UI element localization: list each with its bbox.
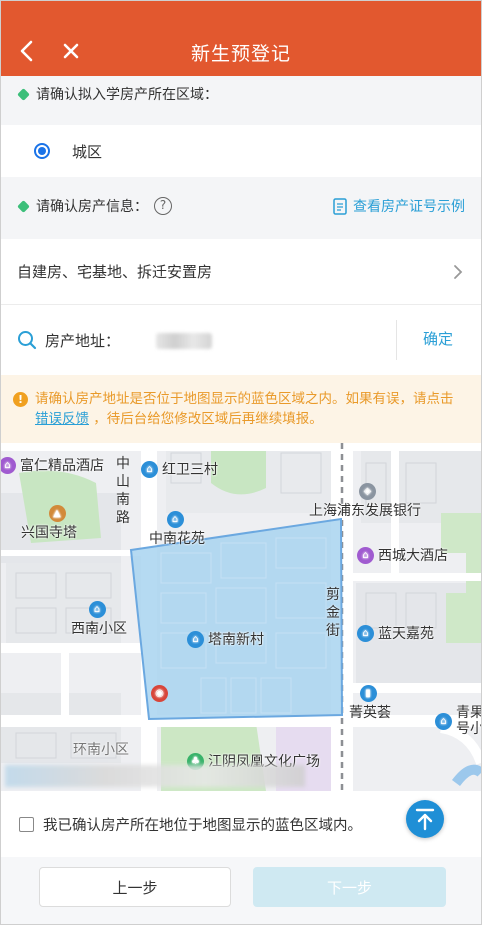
- map-label-text: 环南小区: [73, 742, 129, 758]
- agree-text: 我已确认房产所在地位于地图显示的蓝色区域内。: [43, 817, 362, 834]
- map-label-text: 中南花苑: [149, 531, 205, 547]
- area-option-label: 城区: [72, 142, 103, 161]
- map-poi-furen-hotel[interactable]: ⌂ 富仁精品酒店: [1, 455, 104, 475]
- map-poi-tanan[interactable]: ⌂ 塔南新村: [187, 629, 264, 649]
- map-poi-huannan[interactable]: 环南小区: [73, 739, 129, 759]
- document-icon: [333, 197, 347, 215]
- agree-checkbox[interactable]: [19, 816, 34, 832]
- office-icon: ▮: [359, 685, 377, 702]
- area-option-urban[interactable]: 城区: [1, 125, 481, 177]
- map-label-text: 西南小区: [71, 621, 127, 637]
- residence-icon: ⌂: [88, 601, 106, 618]
- residence-icon: ⌂: [357, 624, 374, 642]
- property-section-label: 请确认房产信息： ?: [17, 195, 172, 217]
- search-icon: [18, 331, 37, 350]
- area-section-text: 请确认拟入学房产所在区域：: [36, 87, 218, 103]
- radio-selected-icon[interactable]: [34, 143, 50, 159]
- map-road-zhongshan: 中山南路: [116, 456, 130, 526]
- map-poi-hongwei[interactable]: ⌂ 红卫三村: [141, 459, 218, 479]
- map-label-text: 菁英荟: [349, 705, 391, 721]
- notice-banner: ! 请确认房产地址是否位于地图显示的蓝色区域之内。如果有误，请点击 错误反馈 ，…: [1, 375, 481, 443]
- confirm-address-button[interactable]: 确定: [423, 328, 453, 349]
- button-bar: 上一步 下一步: [1, 857, 481, 924]
- map-poi-xicheng-hotel[interactable]: ⌂ 西城大酒店: [357, 545, 448, 565]
- error-feedback-link[interactable]: 错误反馈: [35, 411, 89, 427]
- residence-icon: ⌂: [166, 511, 184, 528]
- residence-icon: ⌂: [141, 460, 158, 478]
- divider: [396, 320, 397, 360]
- map-label-text: 红卫三村: [162, 462, 218, 478]
- pagoda-icon: ▲: [48, 505, 66, 522]
- green-dot-icon: [17, 87, 30, 101]
- map-poi-xingguo-pagoda[interactable]: ▲ 兴国寺塔: [21, 505, 77, 542]
- map-poi-xinan[interactable]: ⌂ 西南小区: [71, 601, 127, 638]
- warning-icon: !: [13, 392, 28, 407]
- prev-step-button[interactable]: 上一步: [39, 867, 231, 907]
- map-label-text: 西城大酒店: [378, 548, 448, 564]
- map-label-text: 青果号小: [456, 705, 481, 737]
- notice-text: 请确认房产地址是否位于地图显示的蓝色区域之内。如果有误，请点击: [35, 391, 454, 407]
- map-road-jianjin: 剪金街: [326, 587, 340, 639]
- area-section-label: 请确认拟入学房产所在区域：: [17, 83, 218, 105]
- property-type-select[interactable]: 自建房、宅基地、拆迁安置房: [1, 239, 481, 305]
- view-cert-example-link[interactable]: 查看房产证号示例: [333, 195, 465, 217]
- bank-icon: ◈: [359, 483, 376, 500]
- help-icon[interactable]: ?: [154, 197, 172, 215]
- page-title: 新生预登记: [190, 43, 291, 65]
- header-bar: 新生预登记: [1, 1, 481, 76]
- green-dot-icon: [17, 199, 30, 213]
- map-label-text: 富仁精品酒店: [20, 458, 104, 474]
- arrow-up-icon: [415, 808, 435, 831]
- property-section-text: 请确认房产信息：: [36, 199, 148, 215]
- next-step-button[interactable]: 下一步: [253, 867, 446, 907]
- map-poi-jingying[interactable]: ▮ 菁英荟: [349, 685, 391, 722]
- map-label-text: 兴国寺塔: [21, 525, 77, 541]
- scroll-top-button[interactable]: [406, 800, 444, 838]
- map-poi-spdb[interactable]: ◈ 上海浦东发展银行: [309, 483, 421, 520]
- map-label-text: 蓝天嘉苑: [378, 626, 434, 642]
- bus-stop-icon: ◉: [151, 685, 168, 702]
- residence-icon: ⌂: [187, 630, 204, 648]
- hotel-icon: ⌂: [357, 546, 374, 564]
- map-attribution: [5, 765, 305, 787]
- map-poi-lantian[interactable]: ⌂ 蓝天嘉苑: [357, 623, 434, 643]
- address-row: 房产地址： 确定: [1, 306, 481, 374]
- map-label-text: 上海浦东发展银行: [309, 503, 421, 519]
- map-poi-red-marker[interactable]: ◉: [151, 685, 172, 702]
- property-type-value: 自建房、宅基地、拆迁安置房: [17, 263, 213, 281]
- map-poi-zhongnan[interactable]: ⌂ 中南花苑: [149, 511, 205, 548]
- address-input[interactable]: [156, 333, 212, 349]
- app-frame: 新生预登记 请确认拟入学房产所在区域： 城区 请确认房产信息： ? 查看房产证号…: [0, 0, 482, 925]
- map-view[interactable]: ⌂ 富仁精品酒店 中山南路 ⌂ 红卫三村 ▲ 兴国寺塔 ◈ 上海浦东发展银行 ⌂ 中南花苑…: [1, 443, 481, 791]
- address-label: 房产地址：: [45, 331, 121, 350]
- chevron-right-icon: [454, 264, 463, 279]
- residence-icon: ⌂: [435, 712, 452, 730]
- map-poi-qingguo[interactable]: ⌂青果号小: [435, 705, 481, 737]
- cert-link-text: 查看房产证号示例: [353, 199, 465, 215]
- map-label-text: 塔南新村: [208, 632, 264, 648]
- hotel-icon: ⌂: [1, 456, 16, 474]
- notice-text-tail: ，待后台给您修改区域后再继续填报。: [93, 411, 323, 427]
